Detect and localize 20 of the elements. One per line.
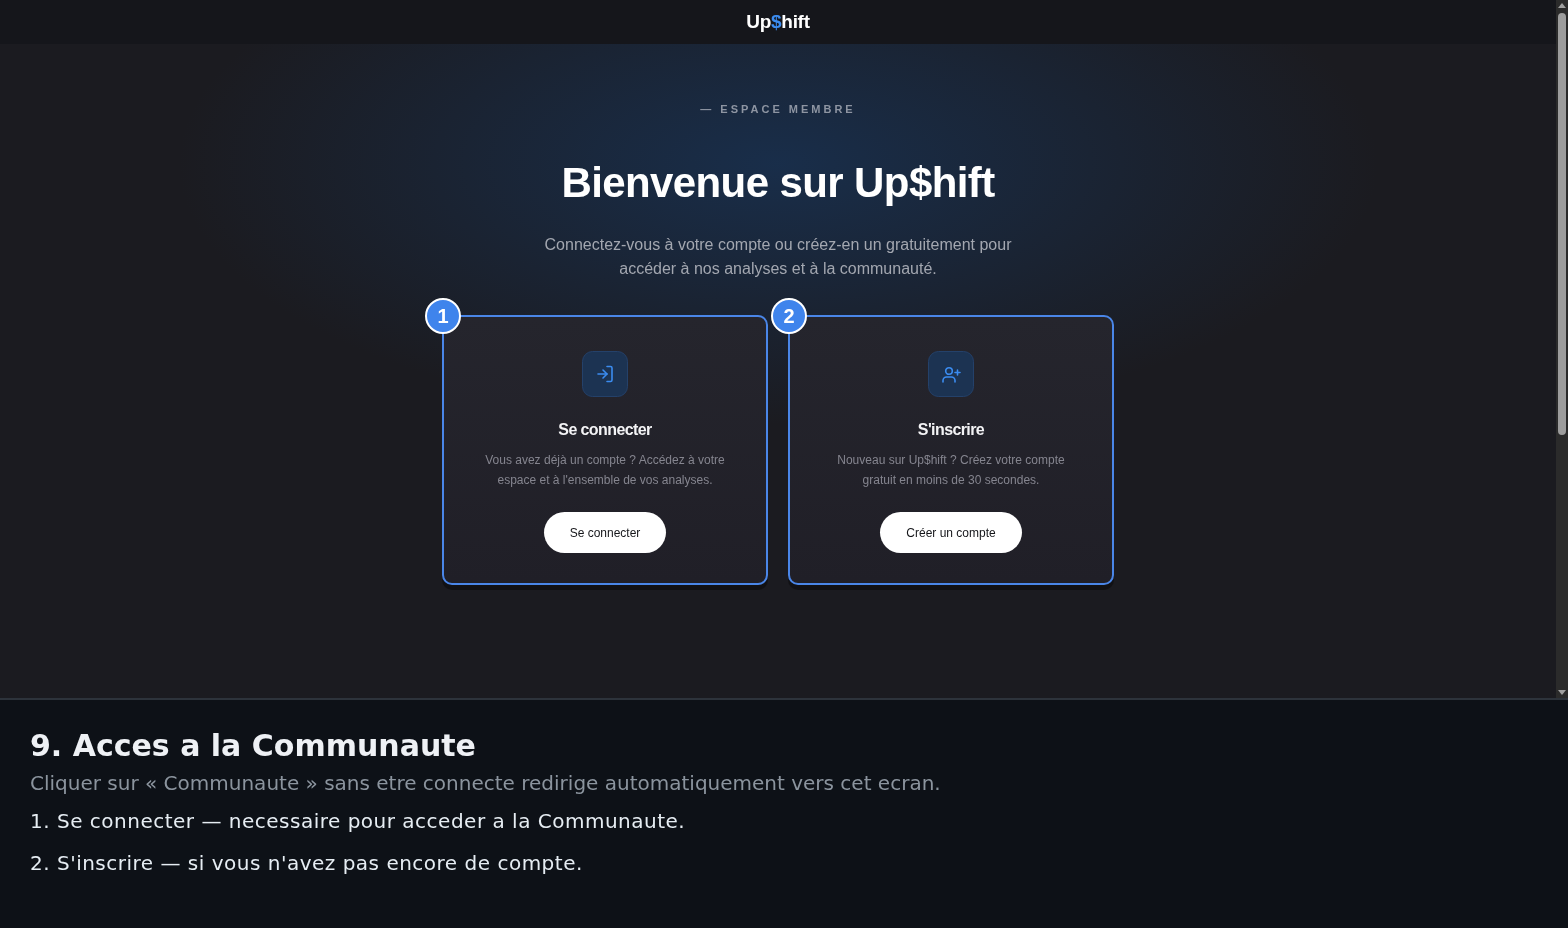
caption-subtitle: Cliquer sur « Communaute » sans etre connecte redirige automatiquement vers cet ecran. [30,770,942,796]
step-badge: 2 [771,298,807,334]
caption-step: 2. S'inscrire — si vous n'avez pas encore de compte. [30,850,1538,876]
user-plus-icon [928,351,974,397]
login-icon [582,351,628,397]
page-subtitle: Connectez-vous à votre compte ou créez-en un gratuitement pour accéder à nos analyses et à la communauté. [543,235,1013,279]
page-title: Bienvenue sur Up$hift [561,158,995,208]
card-title: S'inscrire [917,420,985,440]
caption-step: 1. Se connecter — necessaire pour acceder a la Communaute. [30,808,1538,834]
signup-button[interactable]: Créer un compte [880,512,1022,553]
caption-title: 9. Acces a la Communaute [30,728,477,764]
card-description: Vous avez déjà un compte ? Accédez à votre espace et à l'ensemble de vos analyses. [484,452,726,489]
eyebrow-label: — ESPACE MEMBRE [700,102,856,116]
card-title: Se connecter [558,420,652,440]
scrollbar-thumb[interactable] [1558,13,1566,435]
login-button[interactable]: Se connecter [543,512,667,553]
step-badge: 1 [425,298,461,334]
card-description: Nouveau sur Up$hift ? Créez votre compte gratuit en moins de 30 secondes. [836,452,1066,489]
logo[interactable]: Up$hift [746,11,810,33]
scrollbar[interactable] [1556,0,1568,698]
